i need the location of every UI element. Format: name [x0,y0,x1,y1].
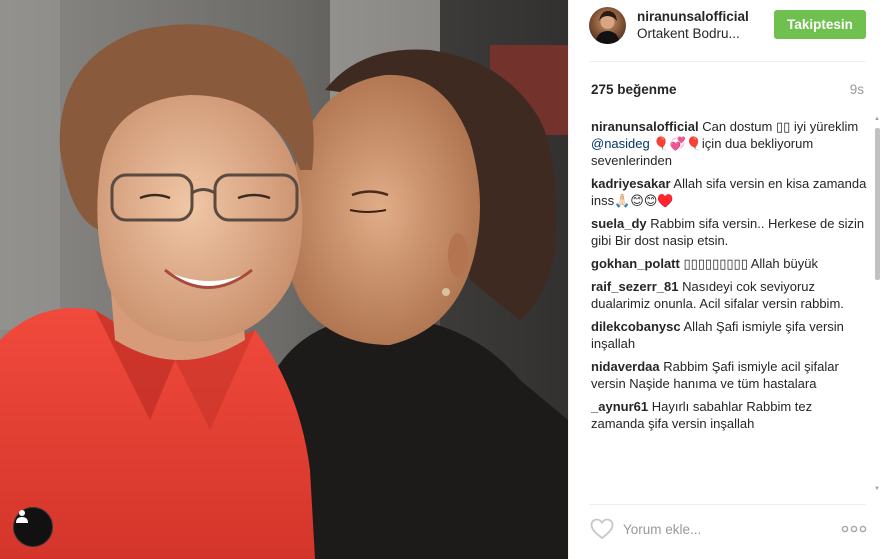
list-item: nidaverdaa Rabbim Şafi ismiyle acil şifa… [591,358,867,392]
list-item: suela_dy Rabbim sifa versin.. Herkese de… [591,215,867,249]
post-details-panel: niranunsalofficial Ortakent Bodru... Tak… [568,0,880,559]
mention-link[interactable]: @nasideg [591,136,650,151]
list-item: _aynur61 Hayırlı sabahlar Rabbim tez zam… [591,398,867,432]
comment-input[interactable] [623,517,823,541]
comment-username[interactable]: gokhan_polatt [591,256,680,271]
tag-user-button[interactable] [13,507,53,547]
divider [589,61,866,62]
comment-text: Can dostum ▯▯ iyi yüreklim [702,119,859,134]
divider [589,504,866,505]
post-header: niranunsalofficial Ortakent Bodru... Tak… [569,0,880,58]
list-item: kadriyesakar Allah sifa versin en kisa z… [591,175,867,209]
list-item: gokhan_polatt ▯▯▯▯▯▯▯▯▯ Allah büyük [591,255,867,272]
likes-count[interactable]: 275 beğenme [591,82,677,97]
comment-text: ▯▯▯▯▯▯▯▯▯ Allah büyük [683,256,818,271]
comment-username[interactable]: _aynur61 [591,399,648,414]
comment-username[interactable]: dilekcobanysc [591,319,681,334]
post-time[interactable]: 9s [850,82,864,97]
comment-username[interactable]: raif_sezerr_81 [591,279,678,294]
more-options-icon [841,525,867,533]
list-item: raif_sezerr_81 Nasıdeyi cok seviyoruz du… [591,278,867,312]
heart-icon [590,518,614,540]
comment-username[interactable]: kadriyesakar [591,176,671,191]
comment-username[interactable]: suela_dy [591,216,647,231]
avatar[interactable] [589,7,626,44]
comment-username[interactable]: niranunsalofficial [591,119,699,134]
scroll-down-arrow[interactable]: ▼ [874,486,880,492]
photo-illustration [0,0,568,559]
more-options-button[interactable] [841,520,867,538]
post-username[interactable]: niranunsalofficial [637,9,749,24]
scroll-up-arrow[interactable]: ▲ [874,116,880,122]
post-photo[interactable] [0,0,568,559]
post-location[interactable]: Ortakent Bodru... [637,26,740,41]
user-tag-icon [16,510,28,523]
like-button[interactable] [590,518,614,540]
list-item: niranunsalofficial Can dostum ▯▯ iyi yür… [591,118,867,169]
following-button[interactable]: Takiptesin [774,10,866,39]
comments-list: niranunsalofficial Can dostum ▯▯ iyi yür… [591,118,867,496]
scrollbar-thumb[interactable] [875,128,880,280]
comment-username[interactable]: nidaverdaa [591,359,660,374]
list-item: dilekcobanysc Allah Şafi ismiyle şifa ve… [591,318,867,352]
